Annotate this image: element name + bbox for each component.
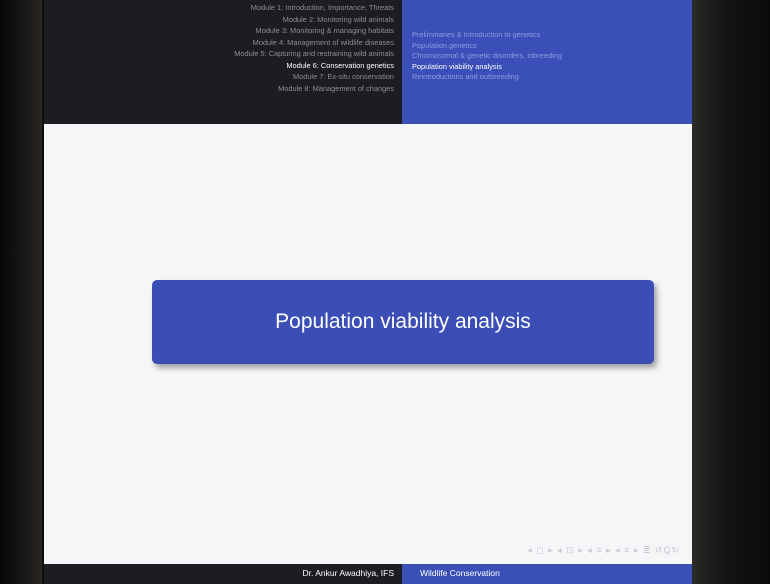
footer-author: Dr. Ankur Awadhiya, IFS [302, 568, 395, 578]
slide-body: Population viability analysis ◂ ◻ ▸ ◂ ⊡ … [44, 124, 694, 564]
section-link-4-active[interactable]: Population viability analysis [412, 62, 562, 73]
monitor-bezel-left [0, 0, 42, 584]
section-navigation: Preliminaries & Introduction to genetics… [402, 0, 694, 124]
monitor-bezel-right [692, 0, 770, 584]
slide-title-box: Population viability analysis [152, 280, 654, 364]
module-link-2[interactable]: Module 2: Monitoring wild animals [234, 14, 394, 26]
section-link-5[interactable]: Reintroductions and outbreeding [412, 72, 562, 83]
module-link-7[interactable]: Module 7: Ex-situ conservation [234, 71, 394, 83]
beamer-navigation-icons[interactable]: ◂ ◻ ▸ ◂ ⊡ ▸ ◂ ≡ ▸ ◂ ≡ ▸ ≣ ↺Q↻ [527, 545, 680, 556]
projected-slide: Module 1: Introduction, Importance, Thre… [44, 0, 694, 584]
module-link-5[interactable]: Module 5: Capturing and restraining wild… [234, 48, 394, 60]
slide-title: Population viability analysis [275, 310, 531, 333]
footer-course-bar: Wildlife Conservation [402, 564, 694, 584]
footer-author-bar: Dr. Ankur Awadhiya, IFS [44, 564, 402, 584]
footer-course: Wildlife Conservation [420, 568, 500, 578]
module-list: Module 1: Introduction, Importance, Thre… [234, 2, 394, 94]
module-navigation: Module 1: Introduction, Importance, Thre… [44, 0, 402, 124]
module-link-4[interactable]: Module 4: Management of wildlife disease… [234, 37, 394, 49]
section-link-3[interactable]: Chromosomal & genetic disorders, inbreed… [412, 51, 562, 62]
section-link-1[interactable]: Preliminaries & Introduction to genetics [412, 30, 562, 41]
module-link-8[interactable]: Module 8: Management of changes [234, 83, 394, 95]
section-link-2[interactable]: Population genetics [412, 41, 562, 52]
module-link-3[interactable]: Module 3: Monitoring & managing habitats [234, 25, 394, 37]
section-list: Preliminaries & Introduction to genetics… [412, 30, 562, 83]
module-link-6-active[interactable]: Module 6: Conservation genetics [234, 60, 394, 72]
module-link-1[interactable]: Module 1: Introduction, Importance, Thre… [234, 2, 394, 14]
